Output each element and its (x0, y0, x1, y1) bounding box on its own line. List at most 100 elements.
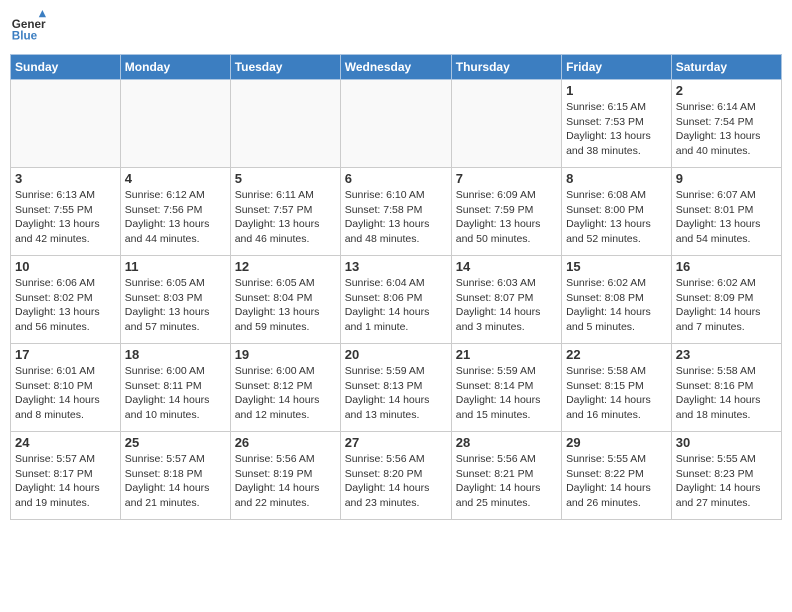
day-number: 13 (345, 259, 447, 274)
day-info: Sunrise: 6:10 AMSunset: 7:58 PMDaylight:… (345, 188, 447, 247)
calendar-cell: 3 Sunrise: 6:13 AMSunset: 7:55 PMDaylight… (11, 168, 121, 256)
column-header-monday: Monday (120, 55, 230, 80)
column-header-thursday: Thursday (451, 55, 561, 80)
logo-icon: General Blue (10, 10, 46, 46)
day-info: Sunrise: 6:05 AMSunset: 8:03 PMDaylight:… (125, 276, 226, 335)
day-number: 27 (345, 435, 447, 450)
calendar-cell: 2Sunrise: 6:14 AMSunset: 7:54 PMDaylight… (671, 80, 781, 168)
column-header-sunday: Sunday (11, 55, 121, 80)
day-info: Sunrise: 6:02 AMSunset: 8:09 PMDaylight:… (676, 276, 777, 335)
calendar-cell: 23 Sunrise: 5:58 AMSunset: 8:16 PMDayligh… (671, 344, 781, 432)
day-info: Sunrise: 6:13 AMSunset: 7:55 PMDaylight:… (15, 188, 116, 247)
day-info: Sunrise: 6:08 AMSunset: 8:00 PMDaylight:… (566, 188, 667, 247)
day-info: Sunrise: 5:56 AMSunset: 8:21 PMDaylight:… (456, 452, 557, 511)
calendar-cell: 15 Sunrise: 6:02 AMSunset: 8:08 PMDayligh… (562, 256, 672, 344)
calendar-cell: 13 Sunrise: 6:04 AMSunset: 8:06 PMDayligh… (340, 256, 451, 344)
day-info: Sunrise: 6:03 AMSunset: 8:07 PMDaylight:… (456, 276, 557, 335)
calendar-cell: 30 Sunrise: 5:55 AMSunset: 8:23 PMDayligh… (671, 432, 781, 520)
calendar-cell: 12 Sunrise: 6:05 AMSunset: 8:04 PMDayligh… (230, 256, 340, 344)
day-info: Sunrise: 6:15 AMSunset: 7:53 PMDaylight:… (566, 100, 667, 159)
calendar-cell: 27 Sunrise: 5:56 AMSunset: 8:20 PMDayligh… (340, 432, 451, 520)
calendar-table: SundayMondayTuesdayWednesdayThursdayFrid… (10, 54, 782, 520)
calendar-cell (451, 80, 561, 168)
day-number: 22 (566, 347, 667, 362)
day-info: Sunrise: 6:09 AMSunset: 7:59 PMDaylight:… (456, 188, 557, 247)
column-header-wednesday: Wednesday (340, 55, 451, 80)
column-header-tuesday: Tuesday (230, 55, 340, 80)
logo: General Blue (10, 10, 46, 46)
day-number: 18 (125, 347, 226, 362)
day-number: 4 (125, 171, 226, 186)
calendar-cell: 11 Sunrise: 6:05 AMSunset: 8:03 PMDayligh… (120, 256, 230, 344)
day-number: 16 (676, 259, 777, 274)
calendar-cell: 8 Sunrise: 6:08 AMSunset: 8:00 PMDaylight… (562, 168, 672, 256)
day-info: Sunrise: 5:55 AMSunset: 8:22 PMDaylight:… (566, 452, 667, 511)
calendar-cell: 1 Sunrise: 6:15 AMSunset: 7:53 PMDaylight… (562, 80, 672, 168)
calendar-cell: 19 Sunrise: 6:00 AMSunset: 8:12 PMDayligh… (230, 344, 340, 432)
day-number: 24 (15, 435, 116, 450)
day-number: 2 (676, 83, 777, 98)
day-info: Sunrise: 6:02 AMSunset: 8:08 PMDaylight:… (566, 276, 667, 335)
calendar-cell: 20Sunrise: 5:59 AMSunset: 8:13 PMDayligh… (340, 344, 451, 432)
calendar-cell: 16 Sunrise: 6:02 AMSunset: 8:09 PMDayligh… (671, 256, 781, 344)
week-row-4: 17 Sunrise: 6:01 AMSunset: 8:10 PMDayligh… (11, 344, 782, 432)
column-header-friday: Friday (562, 55, 672, 80)
day-number: 1 (566, 83, 667, 98)
day-number: 5 (235, 171, 336, 186)
page-header: General Blue (10, 10, 782, 46)
calendar-cell: 10 Sunrise: 6:06 AMSunset: 8:02 PMDayligh… (11, 256, 121, 344)
calendar-cell (340, 80, 451, 168)
day-number: 28 (456, 435, 557, 450)
calendar-cell: 7Sunrise: 6:09 AMSunset: 7:59 PMDaylight… (451, 168, 561, 256)
day-number: 11 (125, 259, 226, 274)
calendar-cell: 6 Sunrise: 6:10 AMSunset: 7:58 PMDaylight… (340, 168, 451, 256)
calendar-cell: 28 Sunrise: 5:56 AMSunset: 8:21 PMDayligh… (451, 432, 561, 520)
day-number: 23 (676, 347, 777, 362)
day-info: Sunrise: 5:58 AMSunset: 8:16 PMDaylight:… (676, 364, 777, 423)
day-number: 21 (456, 347, 557, 362)
day-number: 14 (456, 259, 557, 274)
day-info: Sunrise: 5:55 AMSunset: 8:23 PMDaylight:… (676, 452, 777, 511)
day-number: 29 (566, 435, 667, 450)
day-number: 19 (235, 347, 336, 362)
day-info: Sunrise: 5:57 AMSunset: 8:17 PMDaylight:… (15, 452, 116, 511)
day-info: Sunrise: 5:59 AMSunset: 8:14 PMDaylight:… (456, 364, 557, 423)
day-number: 6 (345, 171, 447, 186)
calendar-cell: 29 Sunrise: 5:55 AMSunset: 8:22 PMDayligh… (562, 432, 672, 520)
calendar-cell: 14 Sunrise: 6:03 AMSunset: 8:07 PMDayligh… (451, 256, 561, 344)
column-header-saturday: Saturday (671, 55, 781, 80)
day-number: 26 (235, 435, 336, 450)
day-info: Sunrise: 6:07 AMSunset: 8:01 PMDaylight:… (676, 188, 777, 247)
day-number: 3 (15, 171, 116, 186)
day-info: Sunrise: 6:00 AMSunset: 8:12 PMDaylight:… (235, 364, 336, 423)
day-info: Sunrise: 5:56 AMSunset: 8:19 PMDaylight:… (235, 452, 336, 511)
calendar-cell: 9 Sunrise: 6:07 AMSunset: 8:01 PMDaylight… (671, 168, 781, 256)
day-number: 25 (125, 435, 226, 450)
day-number: 15 (566, 259, 667, 274)
day-info: Sunrise: 6:00 AMSunset: 8:11 PMDaylight:… (125, 364, 226, 423)
calendar-header-row: SundayMondayTuesdayWednesdayThursdayFrid… (11, 55, 782, 80)
day-number: 30 (676, 435, 777, 450)
calendar-cell: 5 Sunrise: 6:11 AMSunset: 7:57 PMDaylight… (230, 168, 340, 256)
calendar-cell (230, 80, 340, 168)
day-info: Sunrise: 5:56 AMSunset: 8:20 PMDaylight:… (345, 452, 447, 511)
day-number: 17 (15, 347, 116, 362)
week-row-5: 24 Sunrise: 5:57 AMSunset: 8:17 PMDayligh… (11, 432, 782, 520)
calendar-cell: 26 Sunrise: 5:56 AMSunset: 8:19 PMDayligh… (230, 432, 340, 520)
day-number: 12 (235, 259, 336, 274)
day-info: Sunrise: 6:01 AMSunset: 8:10 PMDaylight:… (15, 364, 116, 423)
day-info: Sunrise: 6:11 AMSunset: 7:57 PMDaylight:… (235, 188, 336, 247)
day-number: 10 (15, 259, 116, 274)
calendar-cell: 21 Sunrise: 5:59 AMSunset: 8:14 PMDayligh… (451, 344, 561, 432)
calendar-cell: 17 Sunrise: 6:01 AMSunset: 8:10 PMDayligh… (11, 344, 121, 432)
calendar-cell: 22Sunrise: 5:58 AMSunset: 8:15 PMDayligh… (562, 344, 672, 432)
day-number: 8 (566, 171, 667, 186)
day-info: Sunrise: 6:05 AMSunset: 8:04 PMDaylight:… (235, 276, 336, 335)
week-row-3: 10 Sunrise: 6:06 AMSunset: 8:02 PMDayligh… (11, 256, 782, 344)
day-number: 9 (676, 171, 777, 186)
calendar-cell: 24 Sunrise: 5:57 AMSunset: 8:17 PMDayligh… (11, 432, 121, 520)
day-info: Sunrise: 6:06 AMSunset: 8:02 PMDaylight:… (15, 276, 116, 335)
day-info: Sunrise: 5:59 AMSunset: 8:13 PMDaylight:… (345, 364, 447, 423)
day-info: Sunrise: 6:04 AMSunset: 8:06 PMDaylight:… (345, 276, 447, 335)
calendar-cell: 18 Sunrise: 6:00 AMSunset: 8:11 PMDayligh… (120, 344, 230, 432)
